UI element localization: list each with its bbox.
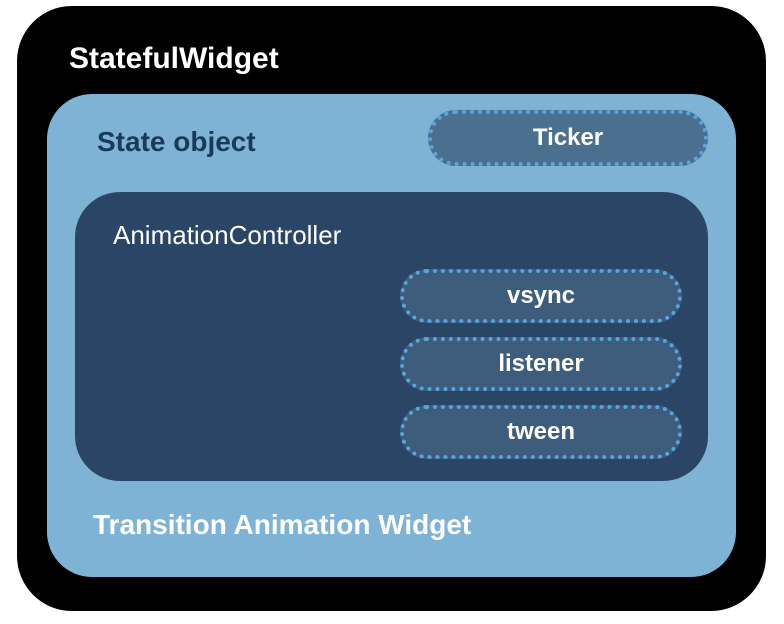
state-header: State object Ticker <box>75 116 708 174</box>
tween-label: tween <box>507 418 575 446</box>
vsync-label: vsync <box>507 282 575 310</box>
state-object-box: State object Ticker AnimationController … <box>47 94 736 577</box>
vsync-pill: vsync <box>400 269 682 323</box>
controller-pills-column: vsync listener tween <box>101 269 682 459</box>
animation-controller-box: AnimationController vsync listener tween <box>75 192 708 481</box>
stateful-widget-title: StatefulWidget <box>47 26 736 94</box>
tween-pill: tween <box>400 405 682 459</box>
animation-controller-title: AnimationController <box>101 214 682 251</box>
stateful-widget-box: StatefulWidget State object Ticker Anima… <box>17 6 766 611</box>
listener-pill: listener <box>400 337 682 391</box>
ticker-label: Ticker <box>533 124 603 152</box>
ticker-pill: Ticker <box>428 110 708 166</box>
transition-widget-title: Transition Animation Widget <box>75 481 708 551</box>
listener-label: listener <box>498 350 583 378</box>
